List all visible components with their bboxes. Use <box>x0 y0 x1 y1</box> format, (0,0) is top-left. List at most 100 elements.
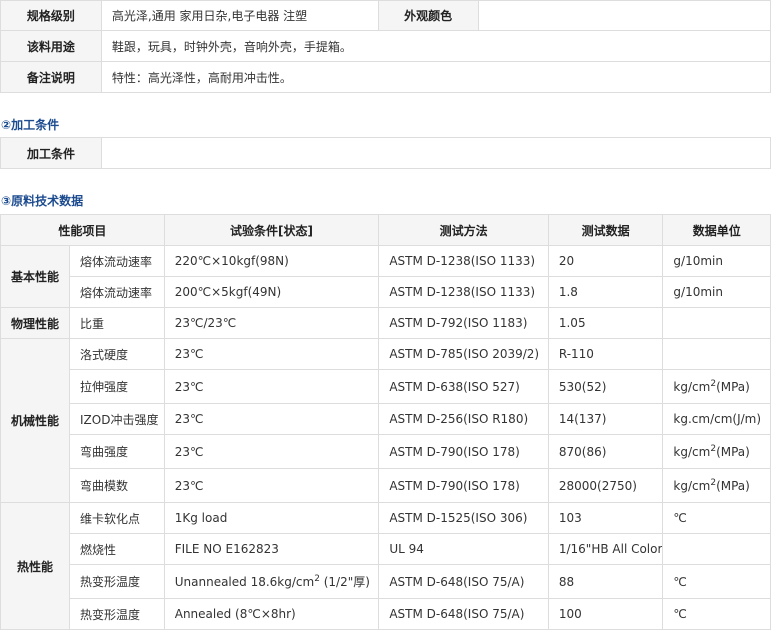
cell-unit: kg/cm2(MPa) <box>662 369 771 404</box>
group-physical: 物理性能 <box>0 307 70 339</box>
table-row: 弯曲强度 23℃ ASTM D-790(ISO 178) 870(86) kg/… <box>1 434 771 469</box>
cell-unit: kg.cm/cm(J/m) <box>662 403 771 435</box>
cell-unit <box>662 338 771 370</box>
cell-item: 热变形温度 <box>69 598 165 630</box>
unit-suffix: (MPa) <box>716 478 750 493</box>
cell-data: 14(137) <box>547 403 664 435</box>
cell-method: ASTM D-785(ISO 2039/2) <box>378 338 549 370</box>
processing-section-title: ②加工条件 <box>1 118 60 132</box>
unit-suffix: (MPa) <box>716 379 750 394</box>
group-mechanical: 机械性能 <box>0 338 70 503</box>
cell-condition: 23℃/23℃ <box>163 307 380 339</box>
info-value-grade: 高光泽,通用 家用日杂,电子电器 注塑 <box>100 0 379 31</box>
cell-condition: 220℃×10kgf(98N) <box>163 245 380 277</box>
cell-method: ASTM D-790(ISO 178) <box>378 468 549 503</box>
table-row: IZOD冲击强度 23℃ ASTM D-256(ISO R180) 14(137… <box>1 403 771 435</box>
cell-data: 100 <box>547 598 664 630</box>
cell-method: ASTM D-790(ISO 178) <box>378 434 549 469</box>
tech-header-row: 性能项目 试验条件[状态] 测试方法 测试数据 数据单位 <box>0 214 771 246</box>
info-table: 规格级别 高光泽,通用 家用日杂,电子电器 注塑 外观颜色 该料用途 鞋跟，玩具… <box>0 0 771 93</box>
cell-item: 比重 <box>69 307 165 339</box>
cell-condition: Annealed (8℃×8hr) <box>163 598 380 630</box>
info-row: 该料用途 鞋跟，玩具，时钟外壳，音响外壳，手提箱。 <box>0 30 771 62</box>
cell-unit: kg/cm2(MPa) <box>662 434 771 469</box>
unit-prefix: kg/cm <box>673 444 711 459</box>
group-basic: 基本性能 <box>0 245 70 308</box>
info-value-usage: 鞋跟，玩具，时钟外壳，音响外壳，手提箱。 <box>100 30 771 62</box>
cell-item: 拉伸强度 <box>69 369 165 404</box>
info-label-color: 外观颜色 <box>377 0 479 31</box>
processing-label: 加工条件 <box>0 137 102 169</box>
info-value-remark: 特性：高光泽性，高耐用冲击性。 <box>100 61 771 93</box>
processing-value <box>100 137 771 169</box>
cell-method: ASTM D-1238(ISO 1133) <box>378 245 549 277</box>
cell-data: 20 <box>547 245 664 277</box>
cell-item: 洛式硬度 <box>69 338 165 370</box>
cell-condition: 23℃ <box>163 403 380 435</box>
cell-item: 热变形温度 <box>69 564 165 599</box>
cell-unit <box>662 307 771 339</box>
cell-data: 1.05 <box>547 307 664 339</box>
condition-suffix: (1/2"厚) <box>319 575 370 589</box>
cell-data: 1.8 <box>547 276 664 308</box>
header-data: 测试数据 <box>547 214 664 246</box>
cell-unit: ℃ <box>662 598 771 630</box>
cell-condition: 1Kg load <box>163 502 380 534</box>
cell-method: ASTM D-256(ISO R180) <box>378 403 549 435</box>
info-row: 规格级别 高光泽,通用 家用日杂,电子电器 注塑 外观颜色 <box>0 0 771 31</box>
unit-suffix: (MPa) <box>716 444 750 459</box>
info-label-remark: 备注说明 <box>0 61 102 93</box>
cell-item: 弯曲强度 <box>69 434 165 469</box>
cell-data: 530(52) <box>547 369 664 404</box>
info-label-grade: 规格级别 <box>0 0 102 31</box>
cell-method: ASTM D-792(ISO 1183) <box>378 307 549 339</box>
cell-item: 熔体流动速率 <box>69 276 165 308</box>
cell-data: 88 <box>547 564 664 599</box>
table-row: 拉伸强度 23℃ ASTM D-638(ISO 527) 530(52) kg/… <box>1 369 771 404</box>
header-unit: 数据单位 <box>662 214 771 246</box>
table-row: 燃烧性 FILE NO E162823 UL 94 1/16"HB All Co… <box>1 533 771 565</box>
info-label-usage: 该料用途 <box>0 30 102 62</box>
table-row: 熔体流动速率 200℃×5kgf(49N) ASTM D-1238(ISO 11… <box>1 276 771 308</box>
info-row: 备注说明 特性：高光泽性，高耐用冲击性。 <box>0 61 771 93</box>
cell-unit: ℃ <box>662 564 771 599</box>
cell-item: 弯曲模数 <box>69 468 165 503</box>
table-row: 热变形温度 Annealed (8℃×8hr) ASTM D-648(ISO 7… <box>1 598 771 630</box>
unit-prefix: kg/cm <box>673 478 711 493</box>
table-row: 热变形温度 Unannealed 18.6kg/cm2 (1/2"厚) ASTM… <box>1 564 771 599</box>
cell-item: 燃烧性 <box>69 533 165 565</box>
group-thermal: 热性能 <box>0 502 70 630</box>
info-value-color <box>477 0 771 31</box>
cell-condition: FILE NO E162823 <box>163 533 380 565</box>
cell-condition: 200℃×5kgf(49N) <box>163 276 380 308</box>
cell-item: 熔体流动速率 <box>69 245 165 277</box>
table-row: 基本性能 熔体流动速率 220℃×10kgf(98N) ASTM D-1238(… <box>0 245 771 308</box>
condition-prefix: Unannealed 18.6kg/cm <box>174 575 315 589</box>
cell-condition: 23℃ <box>163 434 380 469</box>
processing-table: 加工条件 <box>0 137 771 169</box>
cell-unit <box>662 533 771 565</box>
table-row: 弯曲模数 23℃ ASTM D-790(ISO 178) 28000(2750)… <box>1 468 771 503</box>
cell-unit: g/10min <box>662 245 771 277</box>
cell-unit: kg/cm2(MPa) <box>662 468 771 503</box>
cell-method: ASTM D-638(ISO 527) <box>378 369 549 404</box>
cell-method: ASTM D-648(ISO 75/A) <box>378 598 549 630</box>
cell-condition: 23℃ <box>163 468 380 503</box>
cell-data: 1/16"HB All Color <box>547 533 664 565</box>
cell-condition: 23℃ <box>163 338 380 370</box>
cell-method: ASTM D-1238(ISO 1133) <box>378 276 549 308</box>
cell-item: IZOD冲击强度 <box>69 403 165 435</box>
processing-row: 加工条件 <box>0 137 771 169</box>
tech-data-table: 性能项目 试验条件[状态] 测试方法 测试数据 数据单位 基本性能 熔体流动速率… <box>0 214 771 630</box>
cell-unit: ℃ <box>662 502 771 534</box>
cell-unit: g/10min <box>662 276 771 308</box>
header-property: 性能项目 <box>0 214 165 246</box>
table-row: 机械性能 洛式硬度 23℃ ASTM D-785(ISO 2039/2) R-1… <box>0 338 771 503</box>
header-method: 测试方法 <box>378 214 549 246</box>
cell-method: UL 94 <box>378 533 549 565</box>
cell-condition: 23℃ <box>163 369 380 404</box>
tech-section-title: ③原料技术数据 <box>1 194 84 208</box>
header-condition: 试验条件[状态] <box>163 214 380 246</box>
cell-method: ASTM D-1525(ISO 306) <box>378 502 549 534</box>
cell-data: R-110 <box>547 338 664 370</box>
